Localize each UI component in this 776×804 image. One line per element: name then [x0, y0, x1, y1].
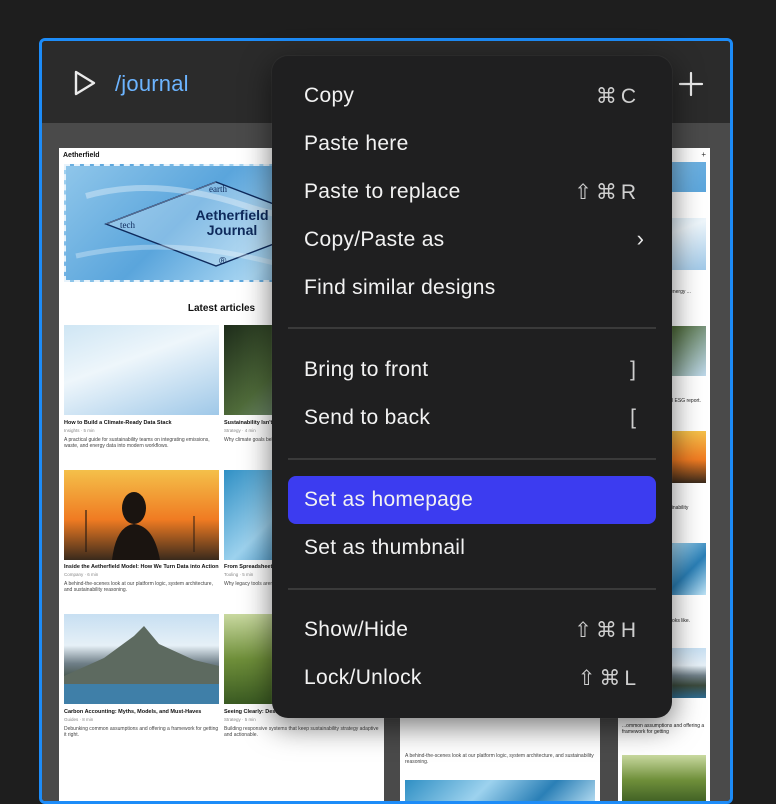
shortcut-label: ⌘C	[595, 85, 640, 108]
article-desc: Debunking common assumptions and offerin…	[64, 726, 219, 738]
article-image[interactable]	[622, 755, 706, 801]
article-title[interactable]: Inside the Aetherfield Model: How We Tur…	[64, 564, 219, 570]
shortcut-label: ⇧⌘R	[574, 181, 640, 204]
add-icon[interactable]	[678, 71, 704, 97]
menu-item-label: Copy	[304, 84, 355, 107]
menu-item-lock-unlock[interactable]: Lock/Unlock ⇧⌘L	[288, 654, 656, 702]
article-meta: Tooling · 5 min	[224, 572, 254, 577]
article-image[interactable]	[405, 780, 595, 801]
article-desc: Building responsive systems that keep su…	[224, 726, 379, 738]
article-image[interactable]	[64, 325, 219, 415]
article-meta: Insights · 5 min	[64, 428, 95, 433]
menu-item-label: Paste here	[304, 132, 409, 155]
brand-name: Aetherfield	[63, 152, 100, 159]
menu-item-show-hide[interactable]: Show/Hide ⇧⌘H	[288, 606, 656, 654]
page-route[interactable]: /journal	[115, 71, 189, 97]
menu-item-label: Copy/Paste as	[304, 228, 445, 251]
article-meta: Strategy · 5 min	[224, 717, 256, 722]
article-meta: Strategy · 4 min	[224, 428, 256, 433]
menu-item-label: Find similar designs	[304, 276, 496, 299]
chevron-right-icon: ›	[636, 226, 644, 251]
hero-word-tech: tech	[120, 220, 135, 230]
article-desc: A behind-the-scenes look at our platform…	[405, 753, 594, 765]
shortcut-label: ⇧⌘H	[574, 619, 640, 642]
article-desc: A practical guide for sustainability tea…	[64, 437, 210, 449]
article-desc: ...ommon assumptions and offering a fram…	[622, 723, 705, 735]
menu-item-label: Set as thumbnail	[304, 536, 466, 559]
menu-item-label: Lock/Unlock	[304, 666, 422, 689]
article-desc: A behind-the-scenes look at our platform…	[64, 581, 213, 593]
add-icon: +	[701, 150, 706, 159]
play-icon[interactable]	[72, 69, 98, 97]
menu-item-label: Bring to front	[304, 358, 429, 381]
menu-item-send-to-back[interactable]: Send to back [	[288, 394, 656, 442]
silhouette-icon	[85, 492, 195, 560]
menu-divider	[288, 458, 656, 460]
hero-mark: ®	[219, 256, 227, 267]
menu-item-label: Set as homepage	[304, 488, 474, 511]
article-meta: Guides · 8 min	[64, 717, 94, 722]
menu-item-paste-to-replace[interactable]: Paste to replace ⇧⌘R	[288, 168, 656, 216]
shortcut-label: [	[630, 406, 640, 429]
menu-item-label: Send to back	[304, 406, 431, 429]
menu-divider	[288, 588, 656, 590]
article-title[interactable]: Carbon Accounting: Myths, Models, and Mu…	[64, 709, 219, 715]
menu-item-set-as-homepage[interactable]: Set as homepage	[288, 476, 656, 524]
menu-item-copy-paste-as[interactable]: Copy/Paste as ›	[288, 216, 656, 264]
menu-divider	[288, 327, 656, 329]
menu-item-label: Paste to replace	[304, 180, 461, 203]
article-image[interactable]	[64, 470, 219, 560]
article-title[interactable]: How to Build a Climate-Ready Data Stack	[64, 420, 219, 426]
mountain-icon	[64, 626, 219, 704]
menu-item-paste-here[interactable]: Paste here	[288, 120, 656, 168]
menu-item-set-as-thumbnail[interactable]: Set as thumbnail	[288, 524, 656, 572]
article-meta: Company · 6 min	[64, 572, 99, 577]
menu-item-find-similar[interactable]: Find similar designs	[288, 264, 656, 312]
article-image[interactable]	[64, 614, 219, 704]
menu-item-copy[interactable]: Copy ⌘C	[288, 72, 656, 120]
menu-item-label: Show/Hide	[304, 618, 409, 641]
shortcut-label: ⇧⌘L	[577, 667, 640, 690]
context-menu: Copy ⌘C Paste here Paste to replace ⇧⌘R …	[272, 56, 672, 718]
hero-word-earth: earth	[209, 184, 227, 194]
shortcut-label: ]	[630, 358, 640, 381]
menu-item-bring-to-front[interactable]: Bring to front ]	[288, 346, 656, 394]
